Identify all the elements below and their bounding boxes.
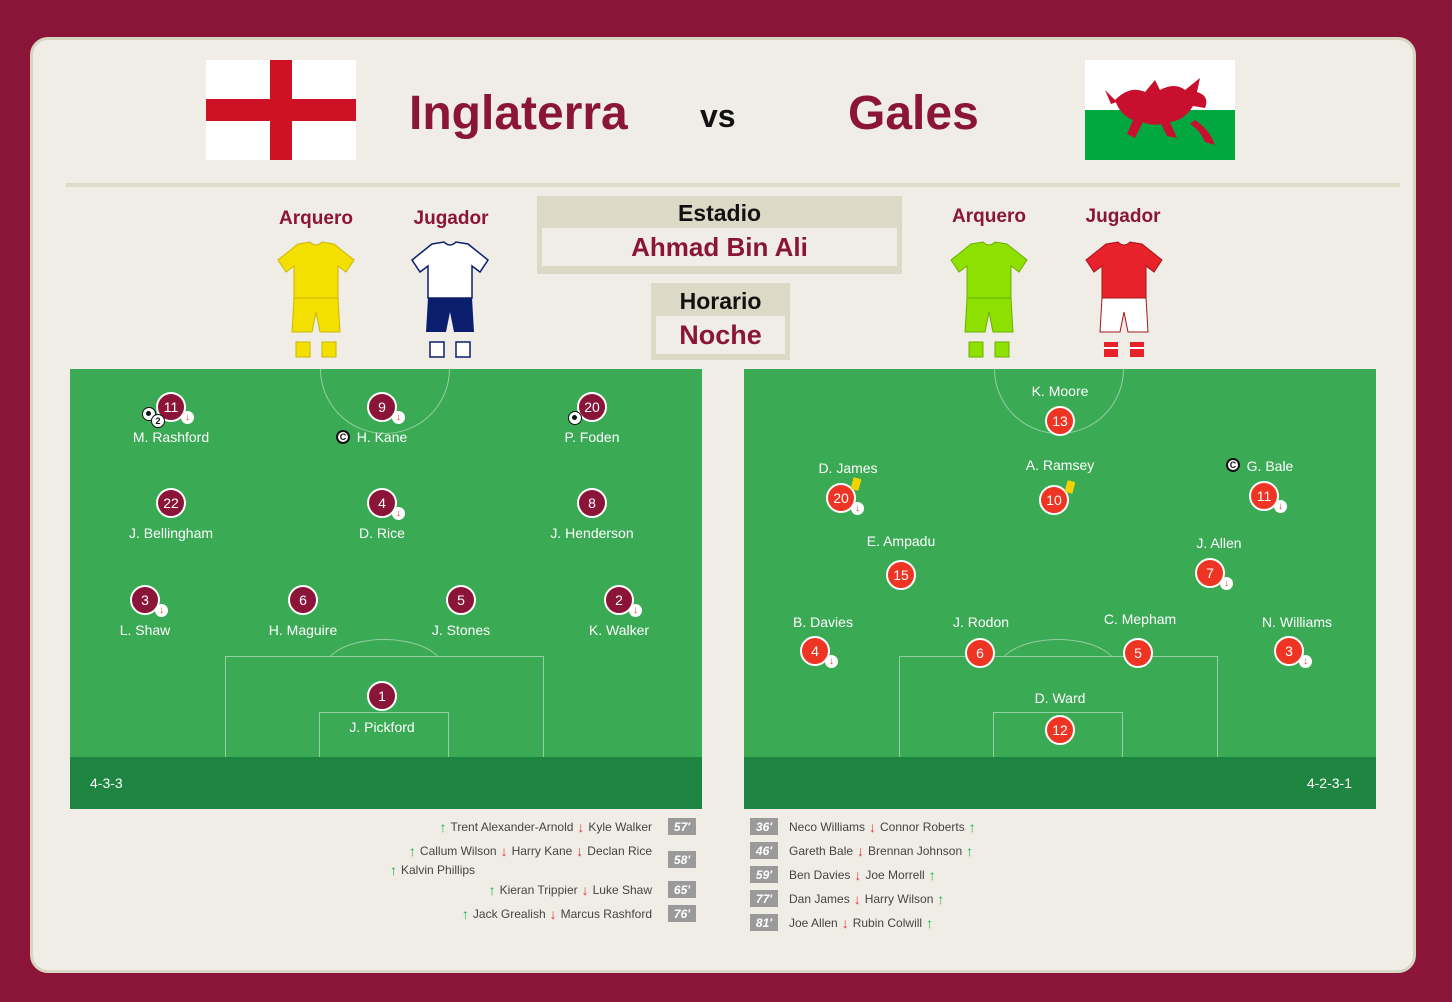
captain-icon: C bbox=[336, 430, 350, 444]
sub-out-icon: ↓ bbox=[181, 411, 194, 424]
captain-icon: C bbox=[1226, 458, 1240, 472]
sub-minute-badge: 57' bbox=[668, 818, 696, 835]
sub-out-icon: ↓ bbox=[155, 604, 168, 617]
sub-out-icon: ↓ bbox=[825, 655, 838, 668]
away-player-kit-icon bbox=[1085, 241, 1163, 357]
england-formation: 4-3-3 bbox=[90, 775, 123, 791]
sub-minute-badge: 58' bbox=[668, 851, 696, 868]
away-player-kit-label: Jugador bbox=[1085, 206, 1161, 227]
goal-ball-icon bbox=[568, 411, 582, 425]
sub-minute-badge: 81' bbox=[750, 914, 778, 931]
wales-pitch: 4-2-3-1 13 K. Moore 20 ↓ D. James 10 A. … bbox=[744, 369, 1376, 809]
away-gk-kit-icon bbox=[950, 241, 1028, 358]
wales-sub-row: Ben Davies ↓ Joe Morrell ↑ bbox=[789, 867, 936, 883]
sub-minute-badge: 59' bbox=[750, 866, 778, 883]
sub-minute-badge: 46' bbox=[750, 842, 778, 859]
sub-out-icon: ↓ bbox=[629, 604, 642, 617]
england-pitch: 4-3-3 11 ↓ 2 M. Rashford 9 ↓ C H. Kane 2… bbox=[70, 369, 702, 809]
england-sub-row: ↑ Kieran Trippier ↓ Luke Shaw bbox=[488, 882, 652, 898]
wales-flag bbox=[1085, 60, 1235, 160]
wales-formation: 4-2-3-1 bbox=[1306, 775, 1352, 791]
sub-out-icon: ↓ bbox=[392, 507, 405, 520]
time-box: Horario Noche bbox=[651, 283, 790, 360]
england-sub-row: ↑ Jack Grealish ↓ Marcus Rashford bbox=[461, 906, 652, 922]
england-sub-row: ↑ Kalvin Phillips bbox=[390, 862, 476, 878]
sub-out-icon: ↓ bbox=[851, 502, 864, 515]
yellow-card-icon bbox=[850, 477, 862, 491]
sub-minute-badge: 36' bbox=[750, 818, 778, 835]
sub-minute-badge: 77' bbox=[750, 890, 778, 907]
header-divider bbox=[66, 183, 1400, 187]
away-team-name: Gales bbox=[848, 87, 979, 140]
sub-out-icon: ↓ bbox=[1299, 655, 1312, 668]
time-label: Horario bbox=[679, 288, 762, 314]
wales-sub-row: Neco Williams ↓ Connor Roberts ↑ bbox=[789, 819, 976, 835]
england-flag bbox=[206, 60, 356, 160]
formation-band bbox=[70, 757, 702, 809]
away-gk-kit-label: Arquero bbox=[952, 206, 1026, 227]
sub-out-icon: ↓ bbox=[1274, 500, 1287, 513]
vs-label: vs bbox=[700, 98, 736, 134]
sub-minute-badge: 76' bbox=[668, 905, 696, 922]
stadium-box: Estadio Ahmad Bin Ali bbox=[537, 196, 902, 274]
wales-sub-row: Gareth Bale ↓ Brennan Johnson ↑ bbox=[789, 843, 974, 859]
home-gk-kit-icon bbox=[277, 241, 355, 358]
home-player-kit-icon bbox=[410, 241, 490, 358]
stadium-value: Ahmad Bin Ali bbox=[542, 228, 897, 266]
stadium-label: Estadio bbox=[677, 200, 762, 226]
home-gk-kit-label: Arquero bbox=[279, 208, 353, 229]
home-player-kit-label: Jugador bbox=[413, 208, 489, 229]
time-value: Noche bbox=[656, 316, 785, 354]
wales-sub-row: Dan James ↓ Harry Wilson ↑ bbox=[789, 891, 945, 907]
home-team-name: Inglaterra bbox=[409, 87, 628, 140]
sub-minute-badge: 65' bbox=[668, 881, 696, 898]
england-sub-row: ↑ Callum Wilson ↓ Harry Kane ↓ Declan Rice bbox=[408, 843, 652, 859]
formation-band bbox=[744, 757, 1376, 809]
yellow-card-icon bbox=[1064, 480, 1076, 494]
sub-out-icon: ↓ bbox=[1220, 577, 1233, 590]
goal-count-badge: 2 bbox=[151, 414, 165, 428]
england-sub-row: ↑ Trent Alexander-Arnold ↓ Kyle Walker bbox=[439, 819, 652, 835]
sub-out-icon: ↓ bbox=[392, 411, 405, 424]
wales-sub-row: Joe Allen ↓ Rubin Colwill ↑ bbox=[789, 915, 934, 931]
